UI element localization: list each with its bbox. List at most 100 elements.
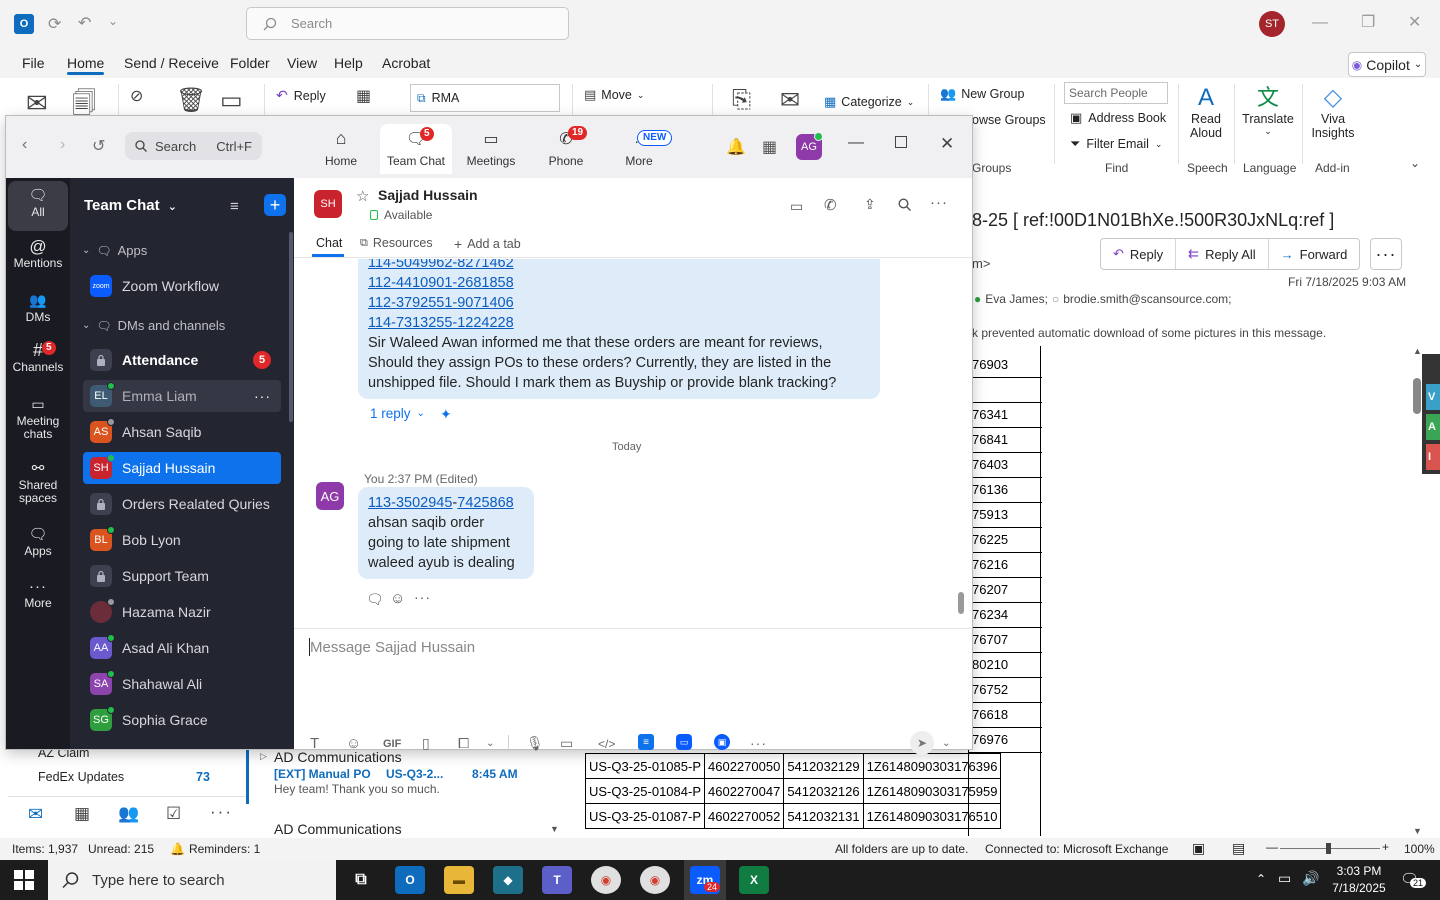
zoom-slider-thumb[interactable]: [1326, 843, 1331, 854]
collapse-ribbon-icon[interactable]: ⌄: [1410, 156, 1420, 170]
video-message-icon[interactable]: ▭: [560, 735, 573, 752]
apps-section-header[interactable]: ⌄ 🗨 Apps: [82, 243, 147, 258]
scroll-down-icon[interactable]: ▼: [550, 824, 559, 834]
mail-group-header-2[interactable]: AD Communications: [274, 821, 402, 837]
bell-icon[interactable]: 🔔: [726, 137, 746, 157]
sidebar-item-attendance[interactable]: Attendance 5: [83, 344, 281, 376]
dms-section-header[interactable]: ⌄ 🗨 DMs and channels: [82, 318, 225, 333]
tasks-icon[interactable]: ☑: [166, 804, 181, 824]
chat-tab-chat[interactable]: Chat: [316, 236, 342, 250]
teams-icon[interactable]: T: [542, 866, 572, 894]
star-icon[interactable]: ☆: [356, 187, 369, 205]
rail-mentions[interactable]: @ Mentions: [8, 238, 68, 270]
expand-icon[interactable]: ▷: [260, 751, 267, 762]
menu-home[interactable]: Home: [67, 55, 104, 71]
chat-contact-name[interactable]: Sajjad Hussain: [378, 187, 478, 203]
new-group-button[interactable]: 👥 New Group: [940, 86, 1024, 102]
scroll-thumb[interactable]: [1413, 378, 1421, 414]
sidebar-item-sajjad-hussain[interactable]: SH Sajjad Hussain: [83, 452, 281, 484]
mail-icon[interactable]: ✉: [28, 804, 43, 825]
chevron-down-icon[interactable]: ⌄: [486, 738, 494, 749]
rail-shared-spaces[interactable]: ⚯ Shared spaces: [8, 461, 68, 505]
outlook-taskbar-icon[interactable]: O: [395, 866, 425, 894]
sidebar-item-asad-ali-khan[interactable]: AA Asad Ali Khan: [83, 632, 281, 664]
mail-sender[interactable]: [EXT] Manual PO: [274, 767, 371, 781]
archive-icon[interactable]: ▭: [220, 86, 243, 115]
sidebar-scrollbar[interactable]: [289, 232, 293, 422]
menu-acrobat[interactable]: Acrobat: [382, 55, 430, 71]
copilot-button[interactable]: ◉ Copilot ⌄: [1348, 52, 1426, 77]
menu-folder[interactable]: Folder: [230, 55, 270, 71]
zoom-in-icon[interactable]: +: [1382, 840, 1389, 854]
email-forward-button[interactable]: → Forward: [1269, 239, 1360, 269]
sidebar-item-orders-related-queries[interactable]: Orders Realated Quries: [83, 488, 281, 520]
sidebar-item-zoom-workflow[interactable]: zoom Zoom Workflow: [83, 270, 281, 302]
quick-steps-box[interactable]: ⧉ RMA: [410, 84, 560, 112]
filter-email-button[interactable]: ⏷ Filter Email ⌄: [1070, 136, 1162, 152]
rail-meeting-chats[interactable]: ▭ Meeting chats: [8, 397, 68, 441]
rail-dms[interactable]: 👥 DMs: [8, 293, 68, 324]
recipient-2[interactable]: brodie.smith@scansource.com;: [1063, 292, 1231, 306]
account-avatar[interactable]: ST: [1259, 11, 1285, 37]
read-aloud-button[interactable]: A Read Aloud: [1186, 84, 1226, 140]
more-tools-icon[interactable]: ···: [750, 735, 767, 751]
more-apps-icon[interactable]: ···: [210, 802, 233, 822]
microphone-icon[interactable]: 🎙: [526, 735, 544, 752]
customize-toolbar-icon[interactable]: ⌄: [108, 14, 118, 28]
menu-help[interactable]: Help: [334, 55, 363, 71]
scroll-up-icon[interactable]: ▲: [1413, 346, 1422, 356]
minimize-icon[interactable]: —: [848, 134, 864, 152]
emoji-react-icon[interactable]: ☺: [390, 590, 405, 607]
scroll-down-icon[interactable]: ▼: [1413, 826, 1422, 836]
rail-all[interactable]: 🗨 All: [8, 181, 68, 231]
file-icon[interactable]: ▯: [422, 735, 430, 752]
translate-button[interactable]: 文 Translate ⌄: [1240, 84, 1296, 137]
email-more-actions-button[interactable]: ···: [1370, 238, 1402, 270]
code-icon[interactable]: </>: [598, 737, 615, 751]
outlook-search-box[interactable]: Search: [246, 7, 569, 40]
phone-call-icon[interactable]: ✆: [824, 196, 837, 214]
mail-group-header[interactable]: AD Communications: [274, 749, 402, 765]
chrome-profile-icon[interactable]: ◉: [640, 866, 670, 894]
task-view-icon[interactable]: ⧉: [346, 866, 376, 894]
menu-file[interactable]: File: [22, 55, 45, 71]
reply-button[interactable]: ↶ Reply: [276, 87, 326, 104]
sidebar-item-sophia-grace[interactable]: SG Sophia Grace: [83, 704, 281, 736]
message-bubble[interactable]: 114-5049962-8271462 112-4410901-2681858 …: [358, 259, 880, 399]
order-link[interactable]: 7425868: [457, 495, 513, 511]
sender-avatar[interactable]: AG: [316, 482, 344, 510]
minimize-icon[interactable]: —: [1312, 14, 1328, 32]
move-button[interactable]: ▤ Move ⌄: [584, 87, 644, 103]
new-chat-button[interactable]: +: [264, 194, 286, 216]
sidebar-item-emma-liam[interactable]: EL Emma Liam ···: [83, 380, 281, 412]
sidebar-item-bob-lyon[interactable]: BL Bob Lyon: [83, 524, 281, 556]
more-options-icon[interactable]: ···: [930, 194, 948, 211]
tab-meetings[interactable]: ▭ Meetings: [455, 124, 527, 174]
volume-icon[interactable]: 🔊: [1302, 870, 1319, 887]
chat-header-avatar[interactable]: SH: [314, 190, 342, 218]
screenshot-icon[interactable]: ⧠: [458, 735, 469, 752]
zoom-out-icon[interactable]: —: [1266, 840, 1278, 854]
calendar-icon[interactable]: ▦: [762, 137, 777, 157]
email-reply-all-button[interactable]: ⇇ Reply All: [1176, 239, 1269, 269]
zoom-search[interactable]: Search Ctrl+F: [125, 132, 262, 160]
people-icon[interactable]: 👥: [118, 804, 139, 824]
status-reminders[interactable]: 🔔 Reminders: 1: [170, 842, 260, 856]
reading-view-icon[interactable]: ▤: [1232, 840, 1245, 857]
chat-tab-resources[interactable]: ⧉ Resources: [360, 236, 433, 250]
tray-chevron-icon[interactable]: ⌃: [1256, 872, 1266, 886]
delete-icon[interactable]: 🗑: [176, 86, 206, 115]
app-diamond-icon[interactable]: ◆: [493, 866, 523, 894]
meeting-icon[interactable]: ▦: [356, 86, 371, 106]
send-options-icon[interactable]: ⌄: [942, 738, 950, 749]
maximize-icon[interactable]: [895, 136, 907, 148]
order-link[interactable]: 114-7313255-1224228: [368, 315, 514, 331]
rail-apps[interactable]: 🗨 Apps: [8, 527, 68, 558]
history-icon[interactable]: ↺: [92, 136, 105, 156]
close-icon[interactable]: ✕: [940, 134, 954, 154]
order-link[interactable]: 112-4410901-2681858: [368, 275, 514, 291]
sidebar-item-ahsan-saqib[interactable]: AS Ahsan Saqib: [83, 416, 281, 448]
picture-download-notice[interactable]: k prevented automatic download of some p…: [972, 326, 1326, 340]
side-tab-green[interactable]: A: [1426, 414, 1440, 440]
folder-item-fedex-updates[interactable]: FedEx Updates: [38, 770, 124, 784]
